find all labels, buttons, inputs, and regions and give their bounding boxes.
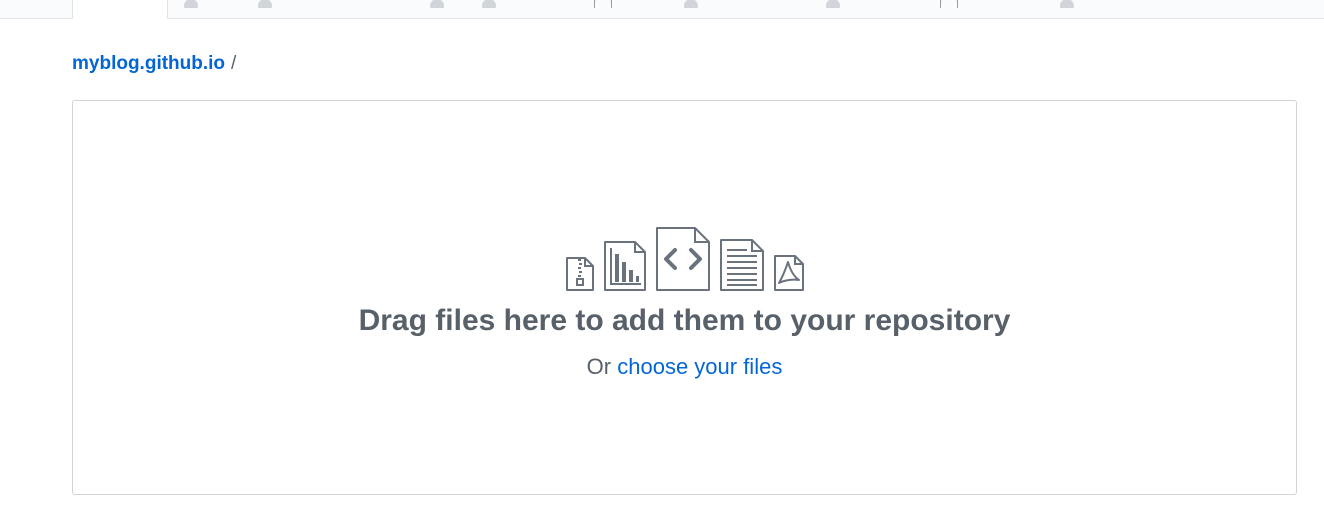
or-label: Or (586, 354, 612, 379)
file-type-icons (73, 226, 1296, 292)
issues-icon (184, 0, 198, 8)
repo-name-link[interactable]: myblog.github.io (72, 53, 225, 74)
tab-issues[interactable] (184, 0, 198, 8)
tab-actions[interactable] (430, 0, 444, 8)
tab-projects[interactable] (594, 0, 612, 8)
breadcrumb-separator: / (231, 53, 237, 74)
tab-settings[interactable] (1060, 0, 1074, 8)
gear-icon (1060, 0, 1074, 8)
actions-icon (430, 0, 444, 8)
code-file-icon (655, 227, 710, 291)
pull-request-icon (258, 0, 272, 8)
file-drop-zone[interactable]: Drag files here to add them to your repo… (72, 100, 1297, 495)
drop-zone-subtitle: Or choose your files (73, 353, 1296, 381)
tab-security[interactable] (826, 0, 840, 8)
tab-code-active[interactable] (72, 0, 168, 19)
wiki-icon (684, 0, 698, 8)
tab-wiki[interactable] (684, 0, 698, 8)
graph-icon (940, 0, 958, 8)
drop-zone-title: Drag files here to add them to your repo… (358, 304, 1011, 337)
pdf-file-icon (773, 255, 804, 291)
shield-icon (826, 0, 840, 8)
chart-file-icon (603, 241, 646, 291)
tab-counter[interactable] (482, 0, 496, 8)
tab-pull-requests[interactable] (258, 0, 272, 8)
tab-insights[interactable] (940, 0, 958, 8)
breadcrumb: myblog.github.io / (72, 52, 236, 76)
repo-tab-bar (0, 0, 1324, 19)
choose-files-link[interactable]: choose your files (617, 354, 782, 379)
projects-icon (594, 0, 612, 8)
text-file-icon (719, 239, 764, 291)
counter-icon (482, 0, 496, 8)
zip-file-icon (565, 257, 594, 291)
